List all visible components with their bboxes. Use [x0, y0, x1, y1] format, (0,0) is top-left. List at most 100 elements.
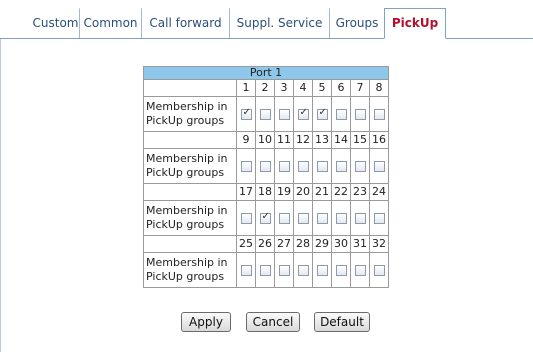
group-number: 1 — [236, 79, 256, 97]
group-number: 32 — [369, 235, 389, 253]
tab-pickup[interactable]: PickUp — [384, 8, 446, 39]
pickup-group-checkbox-27[interactable] — [278, 265, 290, 276]
membership-cell — [274, 200, 294, 236]
group-number: 27 — [274, 235, 294, 253]
pickup-group-checkbox-13[interactable] — [316, 161, 328, 172]
group-number: 31 — [350, 235, 370, 253]
membership-cell — [350, 200, 370, 236]
membership-cell — [293, 96, 313, 132]
group-number: 18 — [255, 183, 275, 201]
group-number: 21 — [312, 183, 332, 201]
membership-cell — [369, 96, 389, 132]
pickup-group-checkbox-17[interactable] — [240, 213, 252, 224]
pickup-group-checkbox-19[interactable] — [278, 213, 290, 224]
group-number-row: 25 26 27 28 29 30 31 32 — [143, 235, 389, 253]
membership-label-line: Membership in — [146, 256, 228, 269]
membership-cell — [312, 96, 332, 132]
group-number: 26 — [255, 235, 275, 253]
pickup-group-checkbox-5[interactable] — [316, 107, 328, 120]
membership-label-line: PickUp groups — [146, 166, 225, 179]
membership-cell — [331, 96, 351, 132]
pickup-group-checkbox-2[interactable] — [259, 109, 271, 120]
membership-cell — [312, 148, 332, 184]
pickup-group-checkbox-7[interactable] — [354, 109, 366, 120]
group-number: 20 — [293, 183, 313, 201]
pickup-group-checkbox-28[interactable] — [297, 265, 309, 276]
pickup-group-checkbox-31[interactable] — [354, 265, 366, 276]
cancel-button[interactable]: Cancel — [246, 312, 300, 332]
group-number: 22 — [331, 183, 351, 201]
membership-row: Membership in PickUp groups — [143, 200, 389, 236]
group-number-row: 17 18 19 20 21 22 23 24 — [143, 183, 389, 201]
group-number-row: 12345678 — [143, 79, 389, 97]
group-number: 11 — [274, 131, 294, 149]
tab-groups[interactable]: Groups — [329, 8, 384, 38]
membership-label-line: PickUp groups — [146, 218, 225, 231]
pickup-group-checkbox-18[interactable] — [259, 211, 271, 224]
pickup-group-checkbox-23[interactable] — [354, 213, 366, 224]
membership-row: Membership in PickUp groups — [143, 252, 389, 288]
pickup-group-checkbox-22[interactable] — [335, 213, 347, 224]
pickup-group-checkbox-1[interactable] — [240, 107, 252, 120]
membership-cell — [255, 96, 275, 132]
group-number: 25 — [236, 235, 256, 253]
group-number: 6 — [331, 79, 351, 97]
membership-cell — [312, 200, 332, 236]
pickup-group-checkbox-6[interactable] — [335, 109, 347, 120]
membership-cell — [331, 200, 351, 236]
group-number: 28 — [293, 235, 313, 253]
pickup-group-checkbox-10[interactable] — [259, 161, 271, 172]
group-number: 9 — [236, 131, 256, 149]
membership-cell — [293, 148, 313, 184]
membership-label: Membership in PickUp groups — [143, 252, 237, 288]
tab-call-forward[interactable]: Call forward — [141, 8, 229, 38]
pickup-group-checkbox-25[interactable] — [240, 265, 252, 276]
tab-suppl-service[interactable]: Suppl. Service — [229, 8, 329, 38]
membership-cell — [331, 252, 351, 288]
pickup-group-checkbox-9[interactable] — [240, 161, 252, 172]
pickup-group-checkbox-21[interactable] — [316, 213, 328, 224]
pickup-group-checkbox-8[interactable] — [373, 109, 385, 120]
row-label-spacer — [143, 235, 237, 253]
pickup-group-checkbox-32[interactable] — [373, 265, 385, 276]
tab-custom[interactable]: Custom — [32, 8, 79, 38]
apply-button[interactable]: Apply — [181, 312, 231, 332]
group-number: 4 — [293, 79, 313, 97]
pickup-group-checkbox-30[interactable] — [335, 265, 347, 276]
pickup-group-checkbox-26[interactable] — [259, 265, 271, 276]
membership-label-line: Membership in — [146, 100, 228, 113]
membership-label-line: PickUp groups — [146, 114, 225, 127]
pickup-group-checkbox-24[interactable] — [373, 213, 385, 224]
membership-label: Membership in PickUp groups — [143, 148, 237, 184]
membership-cell — [350, 96, 370, 132]
pickup-group-checkbox-4[interactable] — [297, 107, 309, 120]
row-label-spacer — [143, 131, 237, 149]
pickup-group-checkbox-12[interactable] — [297, 161, 309, 172]
group-number: 19 — [274, 183, 294, 201]
group-number: 23 — [350, 183, 370, 201]
group-number: 24 — [369, 183, 389, 201]
membership-row: Membership in PickUp groups — [143, 148, 389, 184]
pickup-group-checkbox-3[interactable] — [278, 109, 290, 120]
membership-label: Membership in PickUp groups — [143, 96, 237, 132]
membership-cell — [331, 148, 351, 184]
row-label-spacer — [143, 183, 237, 201]
membership-cell — [236, 252, 256, 288]
pickup-group-checkbox-20[interactable] — [297, 213, 309, 224]
membership-cell — [274, 148, 294, 184]
membership-cell — [274, 252, 294, 288]
tab-bar: Custom Common Call forward Suppl. Servic… — [0, 0, 533, 39]
pickup-group-checkbox-15[interactable] — [354, 161, 366, 172]
membership-cell — [369, 252, 389, 288]
membership-cell — [255, 200, 275, 236]
group-number: 2 — [255, 79, 275, 97]
pickup-group-checkbox-14[interactable] — [335, 161, 347, 172]
membership-cell — [236, 96, 256, 132]
group-number: 7 — [350, 79, 370, 97]
pickup-group-checkbox-16[interactable] — [373, 161, 385, 172]
group-number: 12 — [293, 131, 313, 149]
tab-common[interactable]: Common — [79, 8, 141, 38]
pickup-group-checkbox-11[interactable] — [278, 161, 290, 172]
default-button[interactable]: Default — [314, 312, 370, 332]
pickup-group-checkbox-29[interactable] — [316, 265, 328, 276]
